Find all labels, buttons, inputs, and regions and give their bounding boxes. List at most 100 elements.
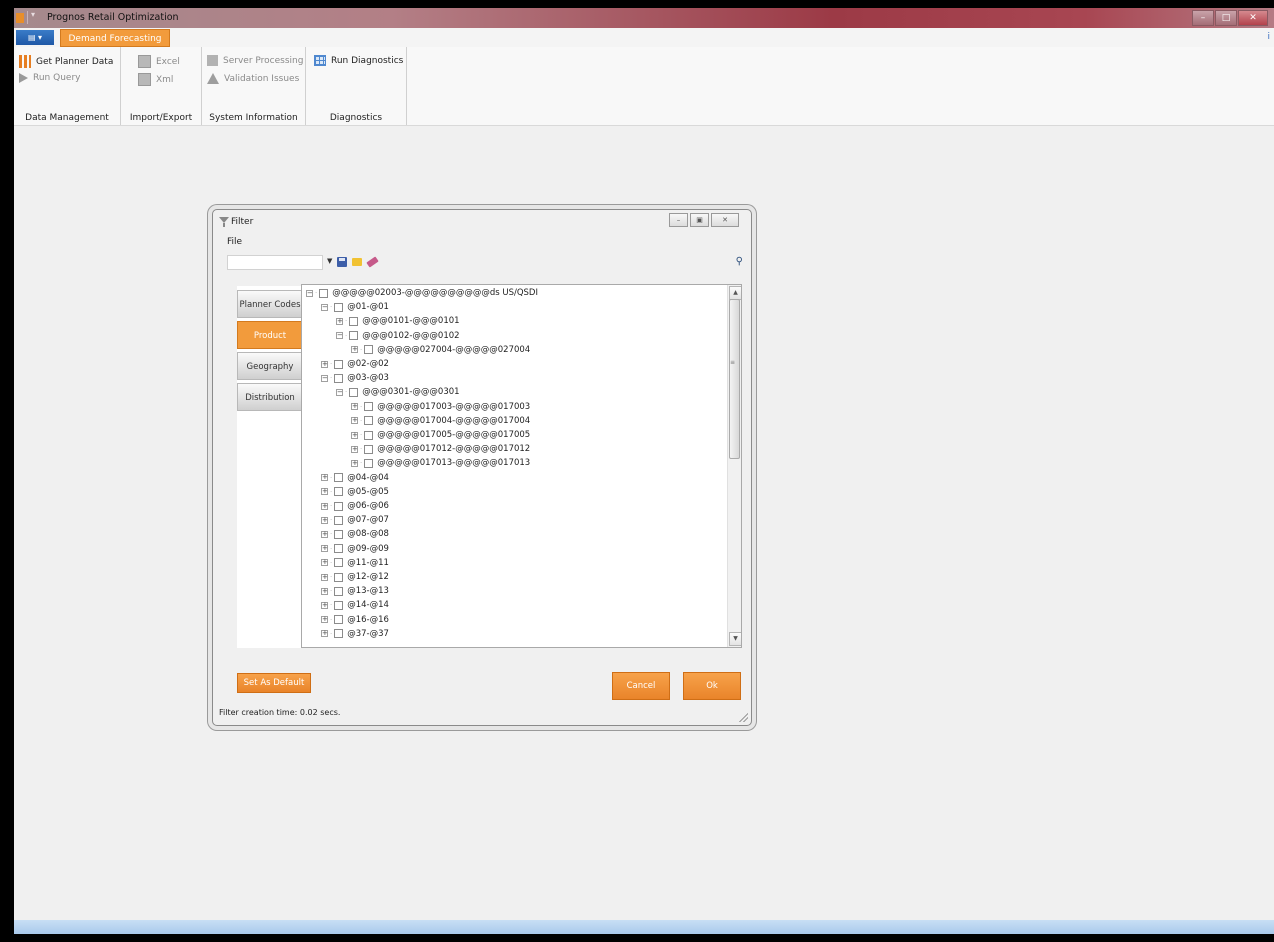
quick-access-toolbar[interactable]: ▾ bbox=[16, 10, 38, 24]
tree-node[interactable]: + · @14-@14 bbox=[321, 598, 389, 612]
tree-node[interactable]: + · @37-@37 bbox=[321, 627, 389, 641]
side-tab-planner-codes[interactable]: Planner Codes bbox=[237, 290, 303, 318]
tree-node-checkbox[interactable] bbox=[364, 444, 374, 454]
expand-icon[interactable]: + bbox=[321, 587, 328, 595]
dialog-maximize-button[interactable]: ▣ bbox=[690, 213, 709, 227]
ok-button[interactable]: Ok bbox=[683, 672, 741, 700]
expand-icon[interactable]: + bbox=[321, 559, 328, 567]
dialog-minimize-button[interactable]: – bbox=[669, 213, 688, 227]
save-icon[interactable] bbox=[337, 257, 347, 267]
close-button[interactable]: ✕ bbox=[1238, 10, 1268, 26]
tree-node[interactable]: + · @@@@@017004-@@@@@017004 bbox=[351, 414, 530, 428]
tree-node[interactable]: − · @@@0301-@@@0301 bbox=[336, 385, 460, 399]
expand-icon[interactable]: + bbox=[321, 502, 328, 510]
side-tab-product[interactable]: Product bbox=[237, 321, 303, 349]
tree-node-checkbox[interactable] bbox=[319, 288, 329, 298]
expand-icon[interactable]: + bbox=[321, 488, 328, 496]
tree-node[interactable]: + · @04-@04 bbox=[321, 471, 389, 485]
run-diagnostics-button[interactable]: Run Diagnostics bbox=[314, 55, 403, 66]
expand-icon[interactable]: + bbox=[321, 516, 328, 524]
collapse-icon[interactable]: − bbox=[321, 374, 328, 382]
tree-node-checkbox[interactable] bbox=[334, 558, 344, 568]
tree-node[interactable]: + · @07-@07 bbox=[321, 513, 389, 527]
expand-icon[interactable]: + bbox=[351, 445, 358, 453]
tree-node[interactable]: − · @@@0102-@@@0102 bbox=[336, 329, 460, 343]
tree-node-checkbox[interactable] bbox=[364, 402, 374, 412]
tree-node-checkbox[interactable] bbox=[334, 586, 344, 596]
get-planner-data-button[interactable]: Get Planner Data bbox=[19, 55, 113, 68]
minimize-button[interactable]: – bbox=[1192, 10, 1214, 26]
tree-node-checkbox[interactable] bbox=[364, 430, 374, 440]
tree-node[interactable]: + · @@@0101-@@@0101 bbox=[336, 314, 460, 328]
tree-node-checkbox[interactable] bbox=[334, 501, 344, 511]
tree-node[interactable]: + · @05-@05 bbox=[321, 485, 389, 499]
tab-demand-forecasting[interactable]: Demand Forecasting bbox=[60, 29, 170, 47]
tree-node[interactable]: + · @09-@09 bbox=[321, 542, 389, 556]
cancel-button[interactable]: Cancel bbox=[612, 672, 670, 700]
expand-icon[interactable]: + bbox=[321, 573, 328, 581]
side-tab-distribution[interactable]: Distribution bbox=[237, 383, 303, 411]
tree-node[interactable]: + · @02-@02 bbox=[321, 357, 389, 371]
app-menu-button[interactable]: ▤ ▾ bbox=[16, 30, 54, 45]
validation-issues-button[interactable]: Validation Issues bbox=[207, 73, 299, 84]
eraser-icon[interactable] bbox=[366, 256, 379, 268]
expand-icon[interactable]: + bbox=[351, 431, 358, 439]
expand-icon[interactable]: + bbox=[321, 601, 328, 609]
tree-node[interactable]: + · @@@@@017013-@@@@@017013 bbox=[351, 456, 530, 470]
maximize-button[interactable]: □ bbox=[1215, 10, 1237, 26]
expand-icon[interactable]: + bbox=[321, 530, 328, 538]
tree-node-checkbox[interactable] bbox=[349, 387, 359, 397]
tree-node-checkbox[interactable] bbox=[364, 416, 374, 426]
tree-node-checkbox[interactable] bbox=[364, 345, 374, 355]
expand-icon[interactable]: + bbox=[321, 630, 328, 638]
collapse-icon[interactable]: − bbox=[321, 303, 328, 311]
combo-dropdown-icon[interactable]: ▼ bbox=[327, 257, 332, 265]
tree-node[interactable]: − · @03-@03 bbox=[321, 371, 389, 385]
server-processing-button[interactable]: Server Processing bbox=[207, 55, 303, 66]
collapse-icon[interactable]: − bbox=[306, 289, 313, 297]
side-tab-geography[interactable]: Geography bbox=[237, 352, 303, 380]
expand-icon[interactable]: + bbox=[351, 346, 358, 354]
tree-node-checkbox[interactable] bbox=[334, 515, 344, 525]
tree-node-checkbox[interactable] bbox=[334, 600, 344, 610]
folder-open-icon[interactable] bbox=[352, 258, 362, 266]
expand-icon[interactable]: + bbox=[321, 545, 328, 553]
expand-icon[interactable]: + bbox=[321, 360, 328, 368]
tree-node[interactable]: + · @08-@08 bbox=[321, 527, 389, 541]
expand-icon[interactable]: + bbox=[321, 474, 328, 482]
tree-node-checkbox[interactable] bbox=[334, 302, 344, 312]
excel-button[interactable]: Excel bbox=[138, 55, 180, 68]
tree-node-checkbox[interactable] bbox=[334, 572, 344, 582]
menu-file[interactable]: File bbox=[227, 237, 242, 247]
expand-icon[interactable]: + bbox=[351, 403, 358, 411]
collapse-icon[interactable]: − bbox=[336, 332, 343, 340]
dialog-close-button[interactable]: ✕ bbox=[711, 213, 739, 227]
tree-node[interactable]: + · @11-@11 bbox=[321, 556, 389, 570]
tree-node[interactable]: + · @@@@@017012-@@@@@017012 bbox=[351, 442, 530, 456]
scroll-down-button[interactable]: ▼ bbox=[729, 632, 741, 646]
info-icon[interactable]: i bbox=[1267, 32, 1270, 42]
resize-grip-icon[interactable] bbox=[739, 713, 748, 722]
tree-node-checkbox[interactable] bbox=[349, 331, 359, 341]
binoculars-icon[interactable]: ⚲ bbox=[736, 256, 743, 267]
xml-button[interactable]: Xml bbox=[138, 73, 173, 86]
tree-node-checkbox[interactable] bbox=[334, 544, 344, 554]
tree-node-checkbox[interactable] bbox=[334, 473, 344, 483]
tree-node[interactable]: − · @@@@@02003-@@@@@@@@@@ds US/QSDI bbox=[306, 286, 538, 300]
tree-node-checkbox[interactable] bbox=[334, 629, 344, 639]
tree-node[interactable]: + · @@@@@027004-@@@@@027004 bbox=[351, 343, 530, 357]
product-tree[interactable]: − · @@@@@02003-@@@@@@@@@@ds US/QSDI − · @01-@… bbox=[301, 284, 742, 648]
scroll-up-button[interactable]: ▲ bbox=[729, 286, 741, 300]
tree-scrollbar[interactable]: ▲ ≡ ▼ bbox=[727, 285, 741, 647]
tree-node-checkbox[interactable] bbox=[334, 529, 344, 539]
expand-icon[interactable]: + bbox=[351, 417, 358, 425]
scroll-thumb[interactable] bbox=[729, 299, 740, 459]
qat-dropdown-icon[interactable]: ▾ bbox=[31, 10, 35, 19]
tree-node-checkbox[interactable] bbox=[334, 359, 344, 369]
tree-node-checkbox[interactable] bbox=[334, 373, 344, 383]
tree-node-checkbox[interactable] bbox=[334, 487, 344, 497]
filter-combobox[interactable] bbox=[227, 255, 323, 270]
tree-node[interactable]: + · @12-@12 bbox=[321, 570, 389, 584]
expand-icon[interactable]: + bbox=[351, 459, 358, 467]
tree-node-checkbox[interactable] bbox=[334, 615, 344, 625]
